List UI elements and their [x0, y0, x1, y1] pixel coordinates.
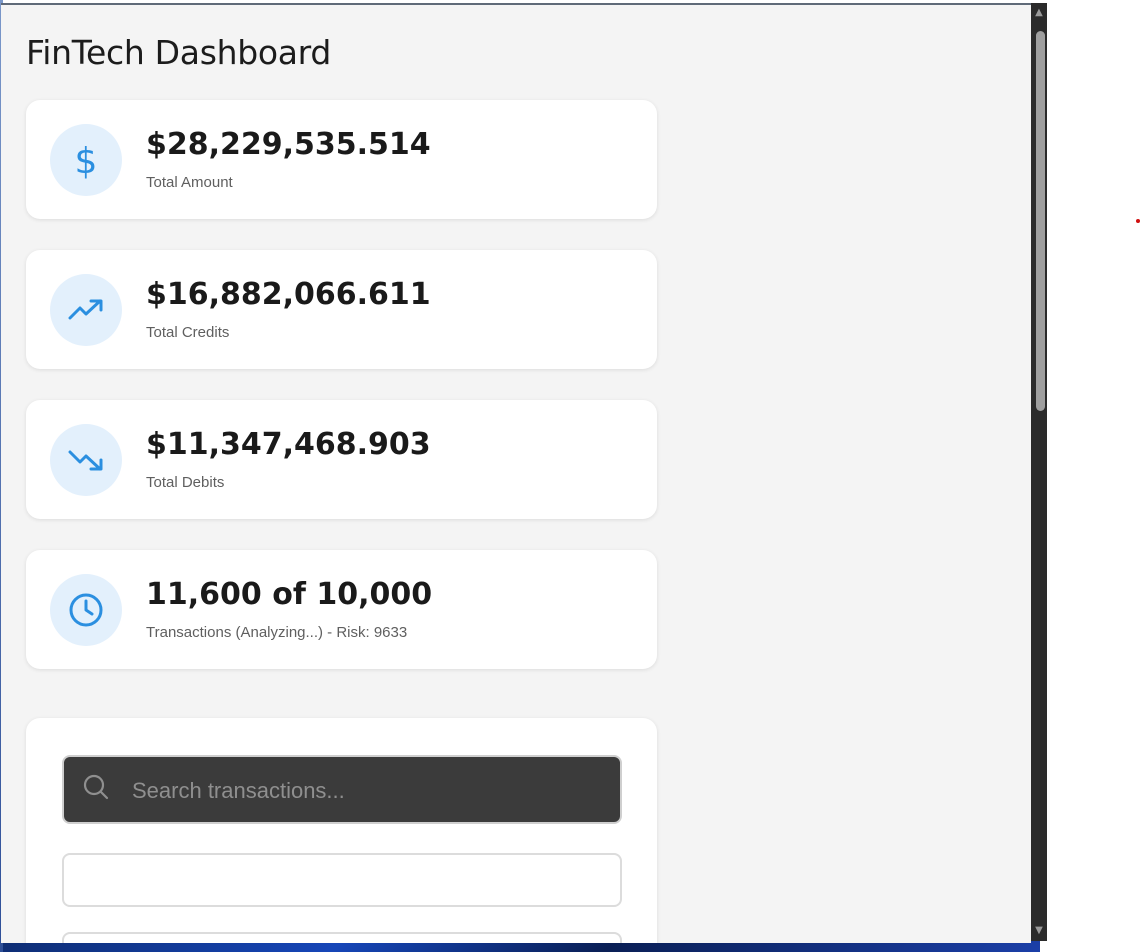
trending-down-icon — [50, 424, 122, 496]
filter-select[interactable] — [62, 853, 622, 907]
stat-card-transactions: 11,600 of 10,000 Transactions (Analyzing… — [26, 550, 657, 669]
dashboard-window: FinTech Dashboard $ $28,229,535.514 Tota… — [1, 3, 1031, 943]
trending-up-icon — [50, 274, 122, 346]
page-title: FinTech Dashboard — [26, 33, 332, 72]
stat-label: Transactions (Analyzing...) - Risk: 9633 — [146, 624, 408, 641]
stat-value: $16,882,066.611 — [146, 277, 431, 312]
search-icon — [82, 773, 110, 806]
filter-panel — [26, 718, 657, 943]
filter-select-secondary[interactable] — [62, 932, 622, 943]
search-input[interactable] — [130, 757, 604, 824]
stat-label: Total Debits — [146, 474, 225, 491]
svg-text:$: $ — [75, 141, 98, 180]
stat-card-total-amount: $ $28,229,535.514 Total Amount — [26, 100, 657, 219]
scroll-up-arrow-icon[interactable]: ▲ — [1031, 5, 1047, 21]
stat-card-total-credits: $16,882,066.611 Total Credits — [26, 250, 657, 369]
stat-label: Total Credits — [146, 324, 230, 341]
cursor-dot — [1136, 219, 1140, 223]
scroll-thumb[interactable] — [1036, 31, 1045, 411]
scroll-down-arrow-icon[interactable]: ▼ — [1031, 923, 1047, 939]
dollar-icon: $ — [50, 124, 122, 196]
stat-card-total-debits: $11,347,468.903 Total Debits — [26, 400, 657, 519]
stat-value: 11,600 of 10,000 — [146, 577, 433, 612]
search-box[interactable] — [62, 755, 622, 824]
clock-icon — [50, 574, 122, 646]
stat-value: $11,347,468.903 — [146, 427, 431, 462]
stat-label: Total Amount — [146, 174, 233, 191]
stat-value: $28,229,535.514 — [146, 127, 431, 162]
vertical-scrollbar[interactable]: ▲ ▼ — [1031, 3, 1047, 941]
